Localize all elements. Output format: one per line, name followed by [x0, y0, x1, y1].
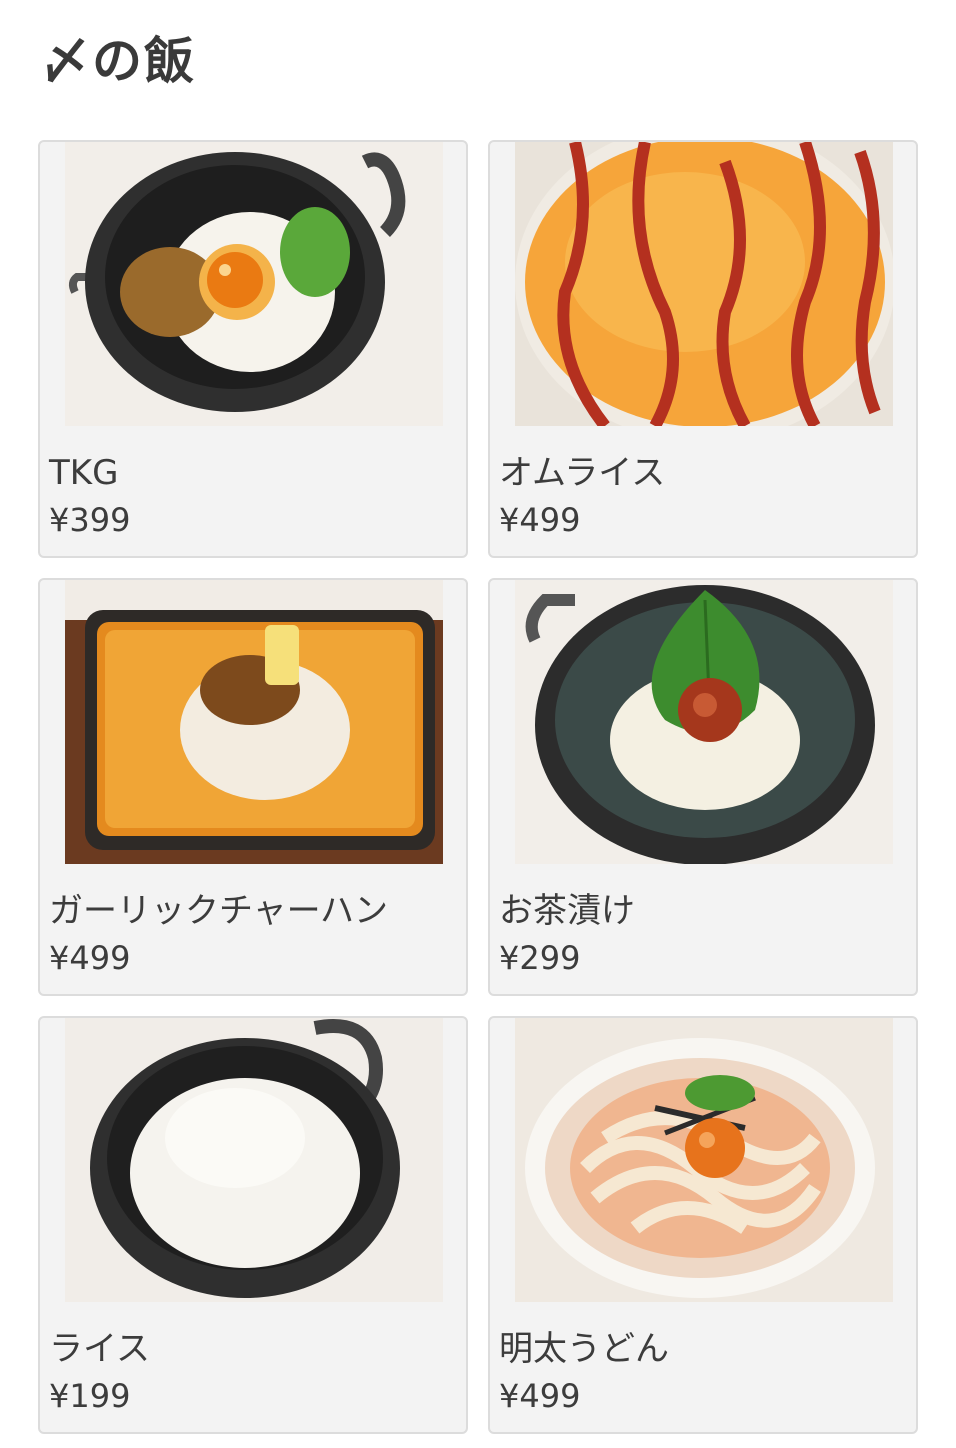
menu-item-card[interactable]: オムライス ¥499 [488, 140, 918, 558]
menu-grid: TKG ¥399 オムライス ¥499 ガーリックチャーハン ¥499 お茶漬け… [38, 140, 918, 1434]
mentai-udon-photo [515, 1018, 893, 1302]
item-price: ¥199 [49, 1377, 131, 1415]
item-price: ¥499 [499, 1377, 581, 1415]
menu-item-card[interactable]: ガーリックチャーハン ¥499 [38, 578, 468, 996]
item-price: ¥499 [49, 939, 131, 977]
item-price: ¥399 [49, 501, 131, 539]
menu-item-card[interactable]: 明太うどん ¥499 [488, 1016, 918, 1434]
tkg-photo [65, 142, 443, 426]
item-name: 明太うどん [499, 1329, 669, 1369]
menu-item-card[interactable]: お茶漬け ¥299 [488, 578, 918, 996]
menu-item-card[interactable]: TKG ¥399 [38, 140, 468, 558]
section-title: 〆の飯 [40, 32, 196, 90]
item-name: TKG [49, 453, 119, 493]
omurice-photo [515, 142, 893, 426]
garlic-fried-rice-photo [65, 580, 443, 864]
ochazuke-photo [515, 580, 893, 864]
item-name: オムライス [499, 453, 666, 493]
item-name: ライス [49, 1329, 150, 1369]
item-name: ガーリックチャーハン [49, 891, 388, 931]
item-price: ¥499 [499, 501, 581, 539]
menu-item-card[interactable]: ライス ¥199 [38, 1016, 468, 1434]
item-price: ¥299 [499, 939, 581, 977]
item-name: お茶漬け [499, 891, 635, 931]
plain-rice-photo [65, 1018, 443, 1302]
